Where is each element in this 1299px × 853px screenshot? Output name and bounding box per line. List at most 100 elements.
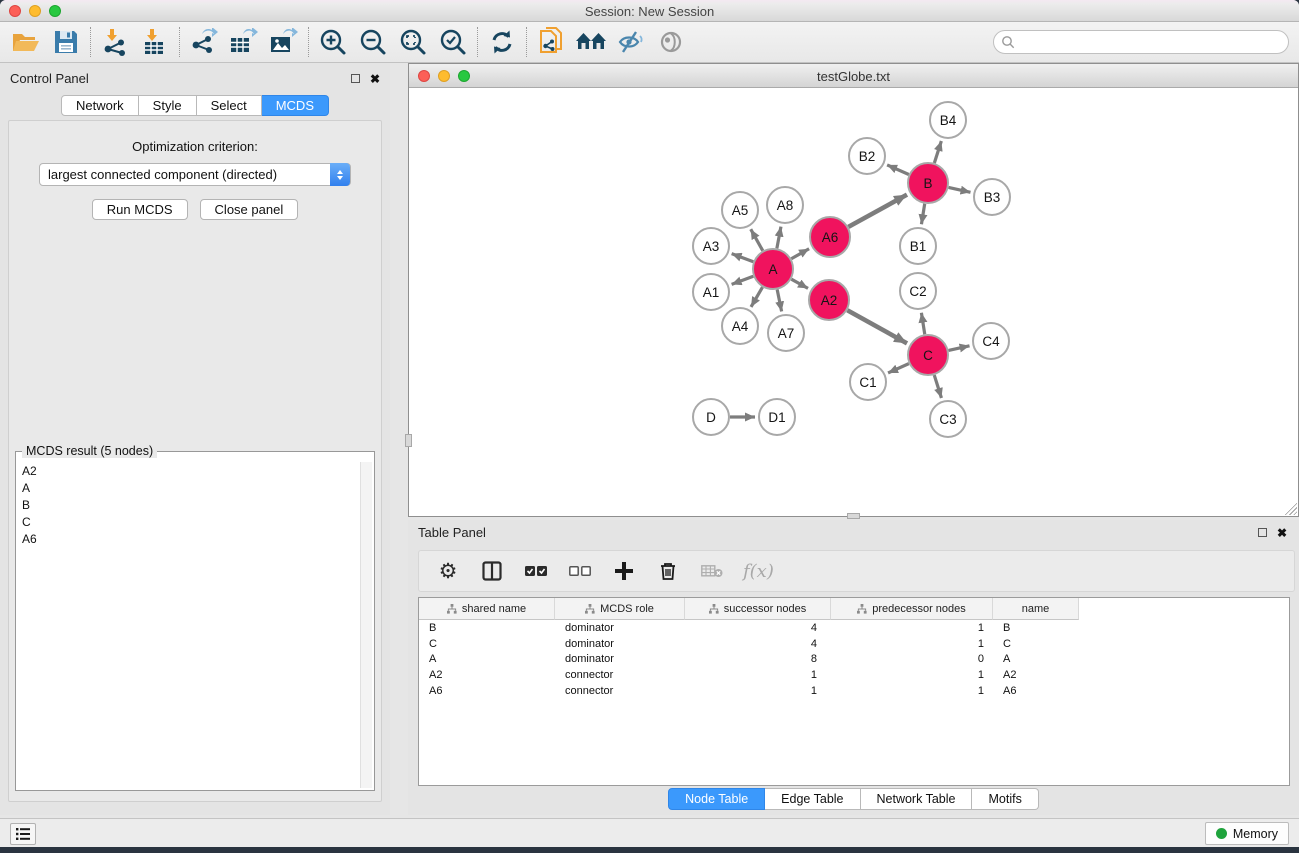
graph-edge-C-C2[interactable] bbox=[921, 313, 924, 335]
function-builder-button[interactable]: f(x) bbox=[743, 558, 774, 584]
home-button[interactable] bbox=[571, 25, 611, 59]
graph-edge-A2-C[interactable] bbox=[847, 310, 907, 343]
import-table-icon bbox=[141, 28, 169, 56]
graph-edge-A-A8[interactable] bbox=[777, 227, 781, 249]
plus-icon bbox=[614, 561, 634, 581]
column-header-predecessor-nodes[interactable]: predecessor nodes bbox=[831, 598, 993, 620]
table-header-row: shared nameMCDS rolesuccessor nodesprede… bbox=[419, 598, 1289, 620]
graph-edge-C-C3[interactable] bbox=[934, 375, 941, 398]
table-row[interactable]: A2connector11A2 bbox=[419, 667, 1289, 683]
splitter-nub[interactable] bbox=[847, 513, 860, 519]
tab-network-table[interactable]: Network Table bbox=[861, 788, 973, 810]
memory-button[interactable]: Memory bbox=[1205, 822, 1289, 845]
tab-mcds[interactable]: MCDS bbox=[262, 95, 329, 116]
export-image-button[interactable] bbox=[264, 25, 304, 59]
result-item[interactable]: B bbox=[18, 496, 358, 513]
close-table-panel-icon[interactable]: ✖ bbox=[1277, 527, 1287, 539]
result-item[interactable]: A6 bbox=[18, 530, 358, 547]
import-network-button[interactable] bbox=[95, 25, 135, 59]
splitter-nub[interactable] bbox=[405, 434, 412, 447]
zoom-selected-button[interactable] bbox=[433, 25, 473, 59]
column-header-shared-name[interactable]: shared name bbox=[419, 598, 555, 620]
column-header-name[interactable]: name bbox=[993, 598, 1079, 620]
zoom-fit-button[interactable] bbox=[393, 25, 433, 59]
graph-edge-A-A7[interactable] bbox=[777, 290, 781, 312]
graph-edge-C-C4[interactable] bbox=[948, 346, 969, 351]
task-history-button[interactable] bbox=[10, 823, 36, 845]
import-table-button[interactable] bbox=[135, 25, 175, 59]
tab-node-table[interactable]: Node Table bbox=[668, 788, 765, 810]
cell-name: B bbox=[993, 622, 1079, 634]
tab-network[interactable]: Network bbox=[61, 95, 139, 116]
columns-icon bbox=[482, 561, 502, 581]
result-item[interactable]: A bbox=[18, 479, 358, 496]
cell-name: A bbox=[993, 653, 1079, 665]
graph-edge-A-A5[interactable] bbox=[751, 229, 763, 250]
close-panel-icon[interactable]: ✖ bbox=[370, 73, 380, 85]
optimization-criterion-label: Optimization criterion: bbox=[9, 139, 381, 154]
table-row[interactable]: A6connector11A6 bbox=[419, 683, 1289, 699]
close-panel-button[interactable]: Close panel bbox=[200, 199, 299, 220]
graph-edge-C-C1[interactable] bbox=[888, 364, 909, 373]
cell-mcds_role: dominator bbox=[555, 622, 685, 634]
graph-edge-B-B3[interactable] bbox=[949, 187, 971, 192]
graph-edge-A-A2[interactable] bbox=[791, 279, 808, 288]
cell-predecessor: 1 bbox=[831, 669, 993, 681]
import-network-icon bbox=[101, 28, 129, 56]
tab-motifs[interactable]: Motifs bbox=[972, 788, 1038, 810]
cell-name: A2 bbox=[993, 669, 1079, 681]
toolbar-separator bbox=[90, 27, 91, 57]
cell-successor: 1 bbox=[685, 685, 831, 697]
search-input[interactable] bbox=[993, 30, 1289, 54]
graph-edge-A6-B[interactable] bbox=[848, 195, 907, 227]
table-row[interactable]: Bdominator41B bbox=[419, 620, 1289, 636]
graph-node-label: A8 bbox=[777, 198, 794, 213]
select-all-button[interactable] bbox=[523, 558, 549, 584]
cell-mcds_role: connector bbox=[555, 685, 685, 697]
run-mcds-button[interactable]: Run MCDS bbox=[92, 199, 188, 220]
hide-details-button[interactable] bbox=[611, 25, 651, 59]
tab-select[interactable]: Select bbox=[197, 95, 262, 116]
result-item[interactable]: C bbox=[18, 513, 358, 530]
graph-edge-B-B4[interactable] bbox=[934, 141, 941, 163]
refresh-button[interactable] bbox=[482, 25, 522, 59]
column-header-successor-nodes[interactable]: successor nodes bbox=[685, 598, 831, 620]
table-toolbar: ⚙ f(x) bbox=[418, 550, 1295, 592]
table-row[interactable]: Cdominator41C bbox=[419, 636, 1289, 652]
graph-edge-A-A4[interactable] bbox=[751, 287, 762, 307]
export-network-button[interactable] bbox=[184, 25, 224, 59]
zoom-in-button[interactable] bbox=[313, 25, 353, 59]
show-details-button[interactable] bbox=[651, 25, 691, 59]
graph-edge-B-B1[interactable] bbox=[921, 204, 924, 225]
delete-table-button[interactable] bbox=[699, 558, 725, 584]
graph-node-label: B2 bbox=[859, 149, 876, 164]
save-session-button[interactable] bbox=[46, 25, 86, 59]
float-table-panel-icon[interactable] bbox=[1258, 528, 1267, 537]
tab-style[interactable]: Style bbox=[139, 95, 197, 116]
result-scrollbar[interactable] bbox=[360, 462, 372, 788]
graph-node-label: A2 bbox=[821, 293, 838, 308]
export-table-button[interactable] bbox=[224, 25, 264, 59]
toolbar-separator bbox=[526, 27, 527, 57]
zoom-out-button[interactable] bbox=[353, 25, 393, 59]
float-panel-icon[interactable] bbox=[351, 74, 360, 83]
table-settings-button[interactable]: ⚙ bbox=[435, 558, 461, 584]
graph-edge-A-A3[interactable] bbox=[732, 254, 754, 262]
result-item[interactable]: A2 bbox=[18, 462, 358, 479]
clone-network-button[interactable] bbox=[531, 25, 571, 59]
column-header-MCDS-role[interactable]: MCDS role bbox=[555, 598, 685, 620]
delete-column-button[interactable] bbox=[655, 558, 681, 584]
open-session-button[interactable] bbox=[6, 25, 46, 59]
table-row[interactable]: Adominator80A bbox=[419, 652, 1289, 668]
graph-edge-A-A1[interactable] bbox=[732, 276, 754, 284]
graph-edge-A-A6[interactable] bbox=[791, 249, 809, 259]
add-column-button[interactable] bbox=[611, 558, 637, 584]
tab-edge-table[interactable]: Edge Table bbox=[765, 788, 860, 810]
cell-shared_name: A2 bbox=[419, 669, 555, 681]
show-columns-button[interactable] bbox=[479, 558, 505, 584]
graph-edge-B-B2[interactable] bbox=[887, 165, 909, 175]
deselect-all-button[interactable] bbox=[567, 558, 593, 584]
network-canvas[interactable]: B4B2BB3A8A5A6A3B1AC2A1A2A4A7C4CC1C3DD1 bbox=[409, 88, 1298, 516]
criterion-dropdown[interactable]: largest connected component (directed) bbox=[39, 163, 351, 186]
column-type-icon bbox=[585, 604, 595, 614]
